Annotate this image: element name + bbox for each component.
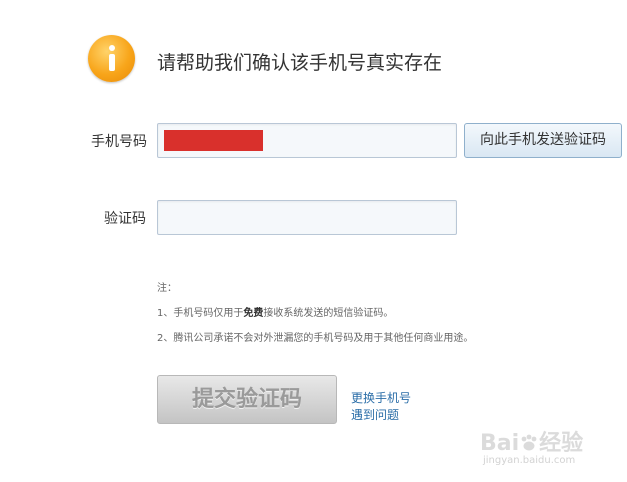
notes-heading: 注： xyxy=(157,283,177,294)
phone-redaction xyxy=(164,130,263,151)
baidu-jingyan-watermark: Bai 经验 jingyan.baidu.com xyxy=(480,425,625,475)
watermark-brand-part2: 经验 xyxy=(539,431,584,456)
info-icon-dot xyxy=(109,45,115,51)
send-code-button[interactable]: 向此手机发送验证码 xyxy=(464,123,622,158)
notes: 注： 1、手机号码仅用于免费接收系统发送的短信验证码。 2、腾讯公司承诺不会对外… xyxy=(157,276,473,351)
watermark-url: jingyan.baidu.com xyxy=(483,455,576,466)
code-label: 验证码 xyxy=(104,211,146,227)
note-line-1-prefix: 1、手机号码仅用于 xyxy=(157,308,244,319)
info-icon xyxy=(88,35,135,82)
phone-label: 手机号码 xyxy=(91,134,147,150)
note-line-1-suffix: 接收系统发送的短信验证码。 xyxy=(263,308,394,319)
phone-input[interactable] xyxy=(157,123,457,158)
problem-link[interactable]: 遇到问题 xyxy=(351,406,399,423)
watermark-brand: Bai 经验 xyxy=(480,425,583,457)
watermark-brand-part1: Bai xyxy=(480,431,520,456)
note-line-1: 1、手机号码仅用于免费接收系统发送的短信验证码。 xyxy=(157,301,473,326)
code-input[interactable] xyxy=(157,200,457,235)
info-icon-stem xyxy=(109,54,115,71)
verify-phone-page: 请帮助我们确认该手机号真实存在 手机号码 向此手机发送验证码 验证码 注： 1、… xyxy=(0,0,627,482)
note-line-1-bold: 免费 xyxy=(243,308,264,319)
note-line-2: 2、腾讯公司承诺不会对外泄漏您的手机号码及用于其他任何商业用途。 xyxy=(157,333,474,344)
submit-code-button[interactable]: 提交验证码 xyxy=(157,375,337,424)
page-title: 请帮助我们确认该手机号真实存在 xyxy=(157,52,443,74)
paw-icon xyxy=(521,434,537,451)
change-phone-link[interactable]: 更换手机号 xyxy=(351,389,411,406)
